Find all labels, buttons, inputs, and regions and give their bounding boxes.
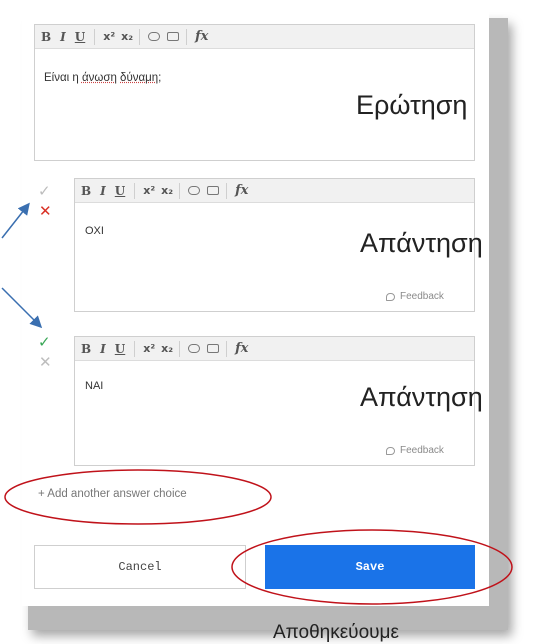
toolbar-divider: [94, 28, 96, 45]
toolbar-divider: [226, 182, 228, 199]
mark-correct-toggle-1[interactable]: ✓: [38, 182, 51, 200]
link-icon[interactable]: [188, 344, 201, 353]
formula-icon[interactable]: fx: [235, 341, 248, 356]
answer-toolbar-2: B I U x² x₂ fx: [75, 337, 474, 361]
add-answer-choice-link[interactable]: + Add another answer choice: [38, 488, 187, 500]
answer-text-1[interactable]: ΟΧΙ: [85, 225, 104, 237]
image-icon[interactable]: [167, 32, 180, 41]
answer-toolbar-1: B I U x² x₂ fx: [75, 179, 474, 203]
mark-correct-toggle-2[interactable]: ✓: [38, 333, 51, 351]
bold-button[interactable]: B: [81, 184, 91, 198]
subscript-button[interactable]: x₂: [121, 30, 133, 43]
answer-overlay-label-2: Απάντηση: [360, 382, 483, 412]
bold-button[interactable]: B: [81, 342, 91, 356]
save-caption: Αποθηκεύουμε: [273, 622, 399, 643]
italic-button[interactable]: I: [100, 342, 106, 356]
toolbar-divider: [134, 340, 136, 357]
link-icon[interactable]: [148, 32, 161, 41]
toolbar-divider: [179, 340, 181, 357]
image-icon[interactable]: [207, 344, 220, 353]
subscript-button[interactable]: x₂: [161, 184, 173, 197]
feedback-button-2[interactable]: Feedback: [386, 445, 444, 456]
formula-icon[interactable]: fx: [195, 29, 208, 44]
mark-wrong-toggle-2[interactable]: ✕: [39, 353, 52, 371]
underline-button[interactable]: U: [115, 184, 125, 198]
underline-button[interactable]: U: [75, 30, 85, 44]
answer-overlay-label-1: Απάντηση: [360, 228, 483, 258]
toolbar-divider: [179, 182, 181, 199]
feedback-icon: [386, 292, 395, 301]
superscript-button[interactable]: x²: [143, 342, 155, 355]
mark-wrong-toggle-1[interactable]: ✕: [39, 202, 52, 220]
italic-button[interactable]: I: [100, 184, 106, 198]
link-icon[interactable]: [188, 186, 201, 195]
italic-button[interactable]: I: [60, 30, 66, 44]
superscript-button[interactable]: x²: [143, 184, 155, 197]
toolbar-divider: [226, 340, 228, 357]
formula-icon[interactable]: fx: [235, 183, 248, 198]
feedback-icon: [386, 446, 395, 455]
underline-button[interactable]: U: [115, 342, 125, 356]
superscript-button[interactable]: x²: [103, 30, 115, 43]
bold-button[interactable]: B: [41, 30, 51, 44]
question-overlay-label: Ερώτηση: [356, 90, 468, 120]
answer-text-2[interactable]: ΝΑΙ: [85, 380, 103, 392]
cancel-button[interactable]: Cancel: [34, 545, 246, 589]
feedback-button-1[interactable]: Feedback: [386, 291, 444, 302]
question-toolbar: B I U x² x₂ fx: [35, 25, 474, 49]
subscript-button[interactable]: x₂: [161, 342, 173, 355]
toolbar-divider: [139, 28, 141, 45]
image-icon[interactable]: [207, 186, 220, 195]
save-button[interactable]: Save: [265, 545, 475, 589]
question-text[interactable]: Είναι η άνωση δύναμη;: [44, 72, 161, 84]
toolbar-divider: [134, 182, 136, 199]
toolbar-divider: [186, 28, 188, 45]
